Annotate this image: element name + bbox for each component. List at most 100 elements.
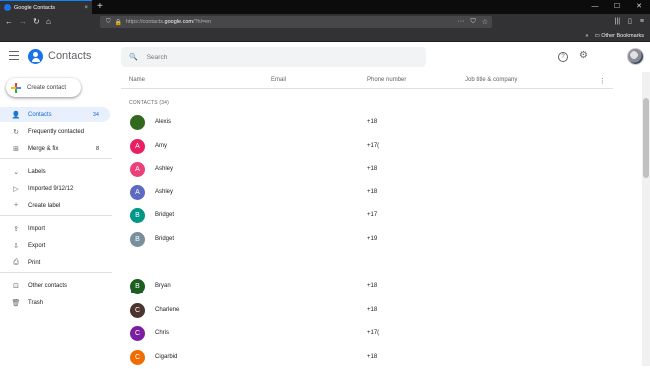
column-options-icon[interactable]: ⋮ [599, 77, 606, 85]
column-email[interactable]: Email [271, 77, 286, 83]
avatar: C [130, 303, 145, 318]
other-bookmarks[interactable]: ▭ Other Bookmarks [594, 31, 644, 41]
table-row[interactable]: A Amy +17( [121, 135, 613, 158]
avatar: A [130, 139, 145, 154]
table-row[interactable]: Alexis +18 [121, 111, 613, 134]
contacts-favicon-icon [4, 4, 11, 11]
label-icon: ▷ [13, 185, 19, 193]
home-icon[interactable]: ⌂ [46, 16, 51, 28]
search-icon[interactable]: 🔍 [129, 53, 138, 61]
sidebar-toggle-icon[interactable]: ▯ [628, 16, 632, 28]
contact-name: Charlene [155, 307, 180, 313]
search-box[interactable]: 🔍 [121, 47, 426, 67]
sidebar-item-frequently-contacted[interactable]: ↻ Frequently contacted [0, 124, 110, 139]
table-row[interactable]: B Bryan +18 [121, 275, 613, 298]
bookmarks-bar: » ▭ Other Bookmarks [0, 30, 650, 42]
contacts-count: 34 [92, 111, 99, 118]
bookmark-star-icon[interactable]: ☆ [482, 18, 488, 26]
contact-name: Bridget [155, 236, 175, 242]
sidebar-item-label: Labels [28, 168, 46, 175]
column-header: Name Email Phone number Job title & comp… [121, 72, 613, 89]
sidebar-item-trash[interactable]: 🗑 Trash [0, 295, 110, 310]
history-icon: ↻ [13, 128, 19, 136]
tab-close-icon[interactable]: × [84, 5, 88, 11]
close-window-icon[interactable]: ✕ [628, 0, 650, 14]
contacts-app: Contacts 🔍 ? ⚙ Create contact 👤 Contacts… [0, 42, 650, 366]
library-icon[interactable]: ||| [615, 16, 620, 28]
lock-icon: 🔒 [114, 19, 122, 26]
sidebar-item-label: Export [28, 242, 46, 249]
print-icon: ⎙ [13, 258, 19, 266]
address-bar[interactable]: ⛉ 🔒 https://contacts.google.com/?hl=en ·… [100, 16, 492, 28]
forward-icon[interactable]: → [19, 16, 27, 28]
url-text[interactable]: https://contacts.google.com/?hl=en [126, 19, 211, 25]
back-icon[interactable]: ← [5, 16, 13, 28]
scrollbar-thumb[interactable] [643, 98, 649, 178]
sidebar-item-label: Merge & fix [28, 145, 59, 152]
new-tab-button[interactable]: + [97, 1, 103, 13]
table-row[interactable]: B Bridget +19 [121, 228, 613, 251]
table-row[interactable]: B Bridget +17 [121, 204, 613, 227]
minimize-icon[interactable]: — [584, 0, 606, 14]
cloud-upload-icon: ⇪ [13, 225, 19, 233]
maximize-icon[interactable]: ☐ [606, 0, 628, 14]
sidebar-item-other-contacts[interactable]: ⊡ Other contacts [0, 278, 110, 293]
person-icon: 👤 [11, 111, 21, 119]
sidebar-item-label: Print [28, 259, 41, 266]
browser-tab[interactable]: Google Contacts × [0, 0, 92, 14]
cloud-download-icon: ⇩ [13, 242, 19, 250]
sidebar-item-import[interactable]: ⇪ Import [0, 221, 110, 236]
sidebar-item-merge-fix[interactable]: ⊞ Merge & fix 8 [0, 141, 110, 156]
divider [0, 215, 112, 216]
search-input[interactable] [146, 53, 397, 61]
contact-name: Chris [155, 330, 170, 336]
sidebar-item-label: Import [28, 225, 46, 232]
avatar [130, 115, 145, 130]
contact-name: Bryan [155, 283, 171, 289]
reload-icon[interactable]: ↻ [33, 16, 40, 28]
contact-phone: +18 [367, 189, 378, 195]
sidebar-item-export[interactable]: ⇩ Export [0, 238, 110, 253]
sidebar-item-imported[interactable]: ▷ Imported 9/12/12 [0, 181, 110, 196]
column-phone[interactable]: Phone number [367, 77, 406, 83]
column-job[interactable]: Job title & company [465, 77, 517, 83]
table-row[interactable]: C Charlene +18 [121, 299, 613, 322]
avatar: A [130, 185, 145, 200]
sidebar-item-create-label[interactable]: + Create label [0, 198, 110, 213]
contact-name: Ashley [155, 166, 174, 172]
table-row[interactable]: C Chris +17( [121, 322, 613, 345]
column-name[interactable]: Name [129, 77, 145, 83]
divider [0, 272, 112, 273]
merge-count: 8 [95, 145, 99, 152]
table-row[interactable]: A Ashley +18 [121, 181, 613, 204]
sidebar-item-contacts[interactable]: 👤 Contacts 34 [0, 107, 110, 122]
menu-icon[interactable]: ≡ [640, 16, 644, 28]
sidebar-item-print[interactable]: ⎙ Print [0, 255, 110, 270]
contact-name: Bridget [155, 212, 175, 218]
create-contact-button[interactable]: Create contact [6, 78, 81, 97]
help-icon[interactable]: ? [558, 52, 568, 62]
colored-plus-icon [11, 82, 21, 93]
sidebar-item-labels[interactable]: ⌄ Labels [0, 164, 110, 179]
browser-nav-bar: ← → ↻ ⌂ ⛉ 🔒 https://contacts.google.com/… [0, 14, 650, 30]
table-row[interactable]: A Ashley +18 [121, 158, 613, 181]
sidebar-item-label: Other contacts [28, 282, 68, 289]
avatar: B [130, 208, 145, 223]
gear-icon[interactable]: ⚙ [579, 50, 588, 61]
plus-icon: + [13, 202, 19, 209]
avatar: C [130, 350, 145, 365]
contacts-list: Name Email Phone number Job title & comp… [121, 72, 636, 366]
sidebar-item-label: Contacts [28, 111, 52, 118]
account-avatar[interactable] [627, 48, 644, 65]
main-menu-icon[interactable] [9, 51, 19, 61]
trash-icon: 🗑 [11, 299, 21, 307]
contact-phone: +19 [367, 236, 378, 242]
avatar: A [130, 162, 145, 177]
contact-phone: +17( [367, 143, 380, 149]
scrollbar[interactable] [642, 72, 650, 366]
more-icon[interactable]: ··· [457, 18, 464, 26]
bookmarks-chevron-icon[interactable]: » [585, 31, 588, 41]
contact-phone: +18 [367, 166, 378, 172]
avatar: B [130, 279, 145, 294]
pocket-icon[interactable]: ⛉ [470, 18, 475, 26]
